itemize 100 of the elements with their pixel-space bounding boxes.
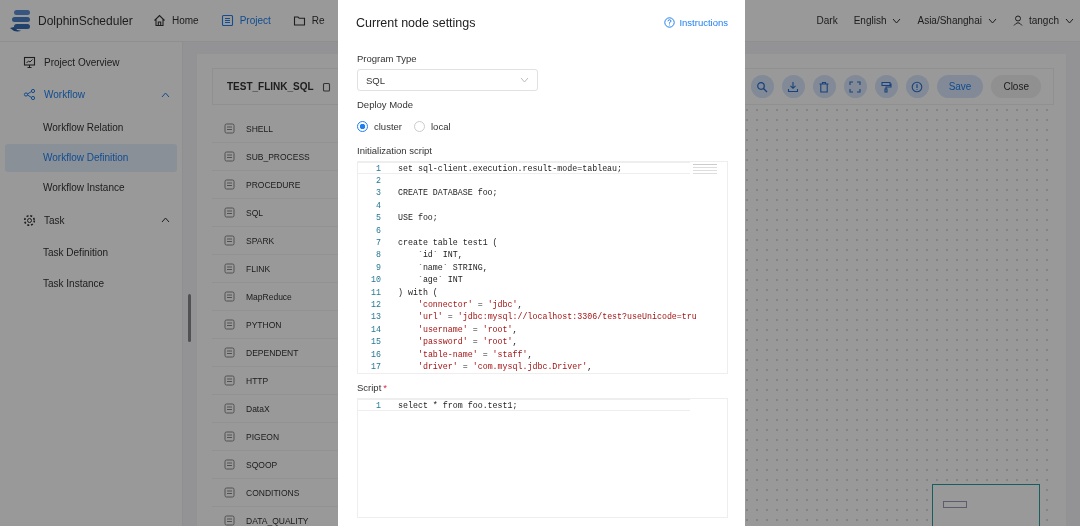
copy-icon[interactable]	[321, 81, 331, 92]
instructions-link[interactable]: Instructions	[664, 17, 728, 28]
task-type-icon	[224, 515, 235, 526]
language-dropdown[interactable]: English	[853, 15, 902, 26]
code-line: ) with (	[398, 287, 438, 297]
workflow-icon	[23, 88, 36, 102]
chevron-down-icon	[1065, 17, 1074, 24]
task-type-icon	[224, 319, 235, 330]
timezone-dropdown[interactable]: Asia/Shanghai	[917, 15, 997, 26]
task-type-icon	[224, 459, 235, 470]
code-line: `id` INT,	[416, 250, 463, 260]
task-type-icon	[224, 431, 235, 442]
chevron-icon	[161, 91, 170, 98]
download-button[interactable]	[781, 75, 805, 98]
line-number: 1	[375, 400, 381, 410]
radio-option[interactable]: local	[414, 120, 451, 132]
paint-roller-button[interactable]	[874, 75, 898, 98]
line-number: 13	[370, 312, 381, 322]
document-icon	[220, 14, 234, 27]
code-line: 'username' = 'root',	[416, 324, 518, 334]
sidebar-item[interactable]: Task	[0, 204, 182, 237]
code-line: 'password' = 'root',	[416, 337, 518, 347]
download-icon	[787, 80, 800, 93]
task-type-icon	[224, 487, 235, 498]
user-icon	[1012, 15, 1023, 26]
code-line: create table test1 (	[398, 238, 498, 248]
field-label: Program Type	[357, 53, 418, 64]
line-number: 10	[370, 275, 381, 285]
code-line: select * from foo.test1;	[398, 400, 518, 410]
task-type-icon	[224, 235, 235, 246]
app-name: DolphinScheduler	[38, 13, 133, 28]
code-line: 'url' = 'jdbc:mysql://localhost:3306/test?useUnicode=tru	[416, 312, 697, 322]
line-number: 3	[375, 188, 381, 198]
code-editor[interactable]	[357, 161, 728, 374]
task-type-icon	[224, 375, 235, 386]
line-number: 2	[375, 176, 381, 186]
code-line: CREATE DATABASE foo;	[398, 188, 498, 198]
sidebar-item[interactable]: Task Definition	[5, 238, 177, 267]
line-number: 16	[370, 349, 381, 359]
fullscreen-button[interactable]	[843, 75, 867, 98]
radio-button[interactable]	[357, 120, 368, 132]
search-icon	[756, 80, 769, 93]
task-type-icon	[224, 179, 235, 190]
theme-toggle[interactable]: Dark	[816, 15, 838, 26]
nav-link[interactable]: Project	[220, 14, 271, 27]
fullscreen-icon	[849, 80, 862, 93]
code-editor[interactable]: 1 select * from foo.test1;	[357, 398, 728, 518]
workflow-name: TEST_FLINK_SQL	[227, 81, 314, 92]
nav-link[interactable]: Home	[153, 14, 199, 27]
info-icon	[911, 80, 924, 93]
home-icon	[153, 14, 166, 27]
task-type-icon	[224, 403, 235, 414]
code-line: 'table-name' = 'staff',	[416, 349, 533, 359]
code-line: set sql-client.execution.result-mode=tableau;	[398, 163, 623, 173]
user-menu[interactable]: tangch	[1012, 15, 1074, 26]
sidebar-item[interactable]: Workflow Instance	[5, 173, 177, 202]
folder-icon	[292, 14, 306, 27]
scrollbar-thumb[interactable]	[188, 294, 191, 342]
required-mark: *	[383, 382, 387, 393]
line-number: 7	[375, 238, 381, 248]
search-button[interactable]	[750, 75, 774, 98]
chevron-icon	[161, 217, 170, 224]
task-type-icon	[224, 151, 235, 162]
field-label: Deploy Mode	[357, 99, 414, 110]
info-button[interactable]	[905, 75, 929, 98]
code-line: USE foo;	[398, 213, 438, 223]
chevron-down-icon	[987, 17, 997, 24]
line-number: 8	[375, 250, 381, 260]
delete-button[interactable]	[812, 75, 836, 98]
code-line: 'driver' = 'com.mysql.jdbc.Driver',	[416, 361, 593, 371]
task-type-icon	[224, 291, 235, 302]
help-icon	[664, 17, 676, 28]
settings-icon	[23, 213, 36, 227]
task-type-icon	[224, 263, 235, 274]
drawer-title: Current node settings	[356, 15, 476, 30]
line-number: 1	[375, 163, 381, 173]
line-number: 14	[370, 324, 381, 334]
close-button[interactable]: Close	[991, 75, 1041, 98]
task-type-icon	[224, 123, 235, 134]
sidebar-item[interactable]: Workflow Relation	[5, 113, 177, 142]
code-line: `age` INT	[416, 275, 463, 285]
line-number: 17	[370, 361, 381, 371]
sidebar-item[interactable]: Project Overview	[0, 46, 182, 79]
chevron-down-icon	[520, 77, 529, 83]
line-number: 9	[375, 262, 381, 272]
nav-link[interactable]: Re	[292, 14, 325, 27]
task-type-icon	[224, 347, 235, 358]
line-number: 4	[375, 200, 381, 210]
chevron-down-icon	[892, 17, 902, 24]
line-number: 15	[370, 337, 381, 347]
trash-icon	[818, 80, 831, 93]
minimap[interactable]	[932, 484, 1040, 526]
program-type-select[interactable]: SQL	[357, 69, 538, 91]
sidebar-item[interactable]: Task Instance	[5, 269, 177, 297]
line-number: 11	[370, 287, 381, 297]
paint-roller-icon	[880, 80, 893, 93]
code-line: 'connector' = 'jdbc',	[416, 300, 523, 309]
sidebar-item[interactable]: Workflow	[0, 78, 182, 111]
task-type-icon	[224, 207, 235, 218]
line-number: 5	[375, 213, 381, 223]
